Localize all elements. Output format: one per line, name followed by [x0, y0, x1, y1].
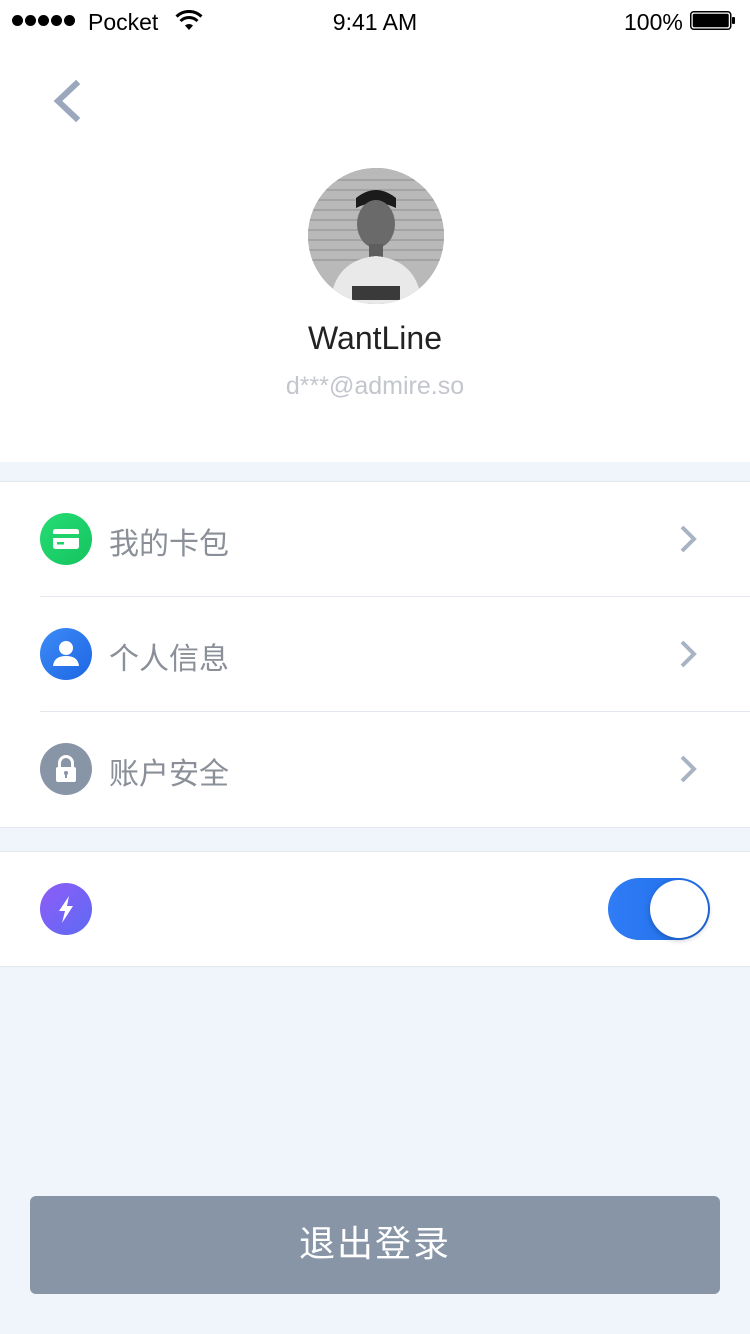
user-email: d***@admire.so [285, 372, 465, 400]
menu-item-label: 个人信息 [109, 642, 229, 677]
battery-percent: 100% [624, 9, 683, 35]
menu-item-personal-info[interactable]: 个人信息 [0, 597, 750, 712]
lock-icon [40, 743, 92, 795]
username: WantLine [308, 320, 442, 356]
menu-item-account-security[interactable]: 账户安全 [0, 712, 750, 827]
feature-toggle-switch[interactable] [608, 878, 710, 940]
chevron-right-icon [680, 640, 697, 668]
avatar[interactable] [308, 168, 444, 304]
settings-menu: 我的卡包 个人信息 账户安全 [0, 481, 750, 828]
chevron-right-icon [680, 755, 697, 783]
menu-item-label: 账户安全 [109, 757, 229, 792]
chevron-left-icon[interactable] [48, 78, 84, 124]
chevron-right-icon [680, 525, 697, 553]
logout-button[interactable]: 退出登录 [30, 1196, 720, 1294]
menu-item-card-wallet[interactable]: 我的卡包 [0, 482, 750, 597]
menu-item-label: 我的卡包 [109, 527, 229, 562]
card-icon [40, 513, 92, 565]
lightning-icon [40, 883, 92, 935]
battery-icon [690, 11, 735, 30]
person-icon [40, 628, 92, 680]
toggle-knob [650, 880, 708, 938]
